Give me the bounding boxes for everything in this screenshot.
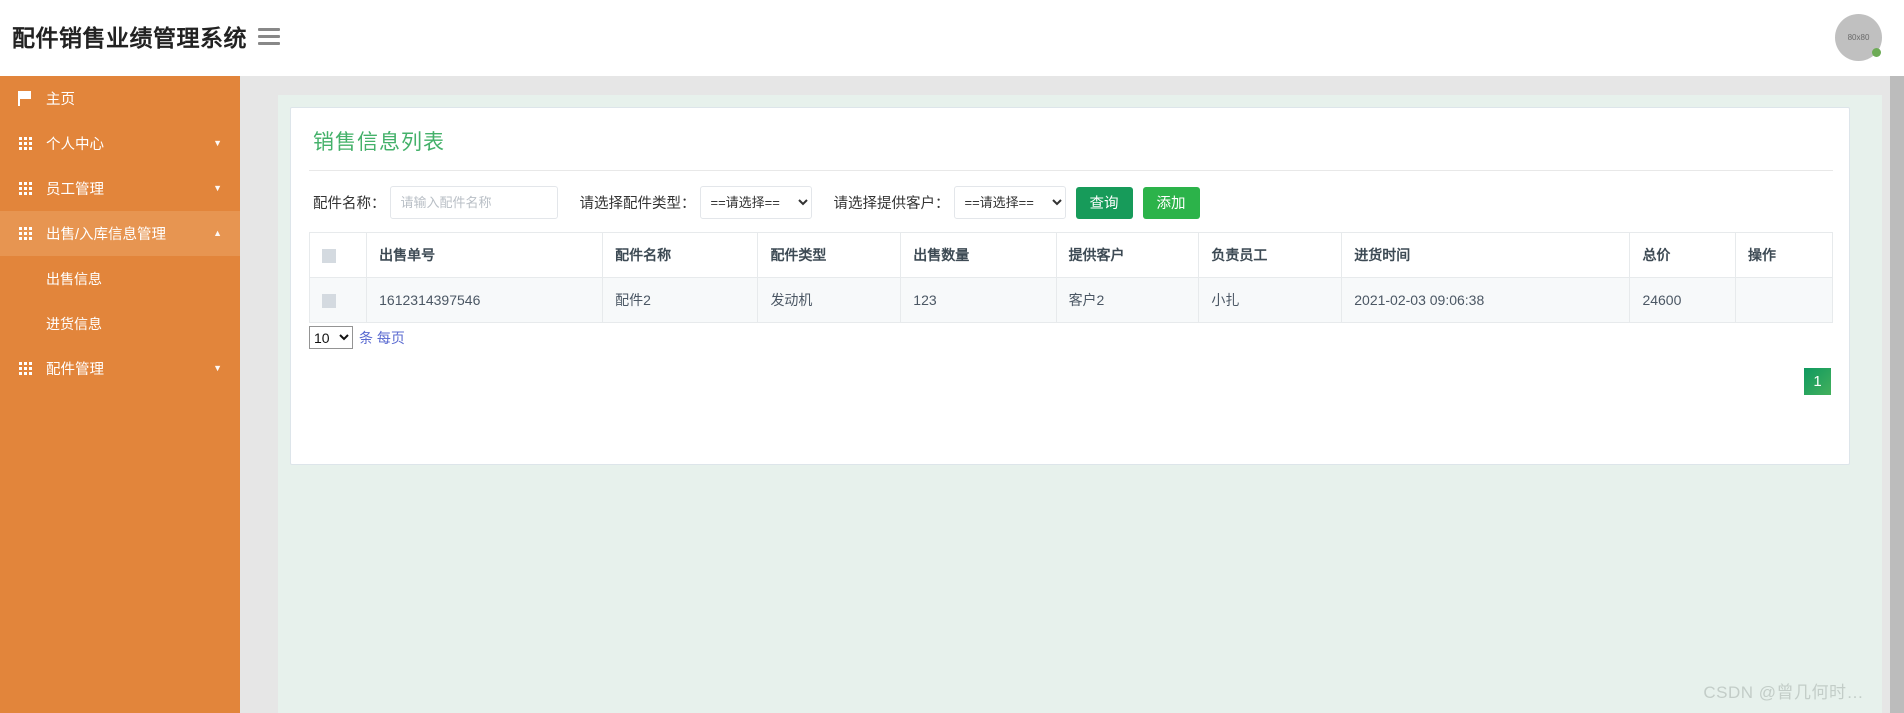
sidebar-subitem-sales-info[interactable]: 出售信息: [0, 256, 240, 301]
sidebar-item-label: 主页: [46, 92, 75, 108]
column-header-order-no: 出售单号: [366, 232, 604, 278]
sidebar-subitem-label: 出售信息: [46, 270, 102, 287]
customer-label: 请选择提供客户：: [833, 196, 950, 212]
query-button[interactable]: 查询: [1075, 186, 1133, 219]
vertical-scrollbar[interactable]: [1890, 0, 1904, 713]
select-all-header: [308, 232, 368, 278]
customer-select[interactable]: ==请选择==: [953, 186, 1066, 219]
sidebar-item-label: 员工管理: [46, 182, 104, 198]
page-size-control: 10 条 每页: [309, 326, 405, 349]
grid-icon: [0, 137, 46, 150]
column-header-part-type: 配件类型: [757, 232, 902, 278]
chevron-down-icon: ▼: [213, 183, 222, 193]
top-bar: 配件销售业绩管理系统 80x80: [0, 0, 1904, 76]
part-type-select[interactable]: ==请选择==: [699, 186, 812, 219]
search-form: 配件名称： 请选择配件类型： ==请选择== 请选择提供客户： ==请选择== …: [313, 186, 1200, 219]
hamburger-line: [258, 35, 280, 38]
sales-table-wrapper: 出售单号 配件名称 配件类型 出售数量 提供客户 负责员工 进货时间 总价 操作: [308, 232, 1833, 323]
card-title: 销售信息列表: [313, 131, 445, 154]
sidebar-item-sales-inventory-management[interactable]: 出售/入库信息管理 ▲: [0, 211, 240, 256]
cell-operation: [1735, 277, 1833, 323]
flag-icon: [0, 91, 46, 106]
sales-list-card: 销售信息列表 配件名称： 请选择配件类型： ==请选择== 请选择提供客户： =…: [290, 107, 1850, 465]
table-row[interactable]: 1612314397546 配件2 发动机 123 客户2 小扎 2021-02…: [308, 277, 1833, 323]
grid-icon: [0, 182, 46, 195]
per-page-label: 条 每页: [359, 329, 405, 346]
divider: [309, 170, 1833, 171]
sidebar-item-label: 出售/入库信息管理: [46, 227, 167, 243]
app-root: 配件销售业绩管理系统 80x80 主页 个人中心 ▼ 员工管理 ▼ 出售/入库信…: [0, 0, 1904, 713]
hamburger-line: [258, 42, 280, 45]
sidebar: 主页 个人中心 ▼ 员工管理 ▼ 出售/入库信息管理 ▲ 出售信息 进货信息 配…: [0, 76, 240, 713]
column-header-operation: 操作: [1735, 232, 1833, 278]
page-title: 配件销售业绩管理系统: [12, 25, 247, 51]
chevron-up-icon: ▲: [213, 228, 222, 238]
page-size-select[interactable]: 10: [309, 326, 353, 349]
cell-employee: 小扎: [1198, 277, 1343, 323]
pagination: 1: [1804, 368, 1831, 395]
chevron-down-icon: ▼: [213, 138, 222, 148]
hamburger-icon[interactable]: [258, 28, 280, 46]
table-header-row: 出售单号 配件名称 配件类型 出售数量 提供客户 负责员工 进货时间 总价 操作: [308, 232, 1833, 278]
cell-total-price: 24600: [1629, 277, 1737, 323]
column-header-employee: 负责员工: [1198, 232, 1343, 278]
sales-table: 出售单号 配件名称 配件类型 出售数量 提供客户 负责员工 进货时间 总价 操作: [308, 232, 1833, 323]
cell-part-name: 配件2: [602, 277, 759, 323]
part-name-label: 配件名称：: [313, 196, 386, 212]
column-header-part-name: 配件名称: [602, 232, 759, 278]
part-type-label: 请选择配件类型：: [579, 196, 696, 212]
add-button[interactable]: 添加: [1142, 186, 1200, 219]
sidebar-item-personal-center[interactable]: 个人中心 ▼: [0, 121, 240, 166]
part-name-input[interactable]: [389, 186, 558, 219]
cell-time: 2021-02-03 09:06:38: [1341, 277, 1631, 323]
column-header-time: 进货时间: [1341, 232, 1631, 278]
cell-quantity: 123: [900, 277, 1057, 323]
sidebar-item-parts-management[interactable]: 配件管理 ▼: [0, 346, 240, 391]
row-checkbox[interactable]: [322, 294, 336, 309]
grid-icon: [0, 362, 46, 375]
column-header-customer: 提供客户: [1055, 232, 1200, 278]
cell-customer: 客户2: [1055, 277, 1200, 323]
sidebar-item-label: 配件管理: [46, 362, 104, 378]
watermark: CSDN @曾几何时…: [1703, 683, 1864, 702]
sidebar-item-employee-management[interactable]: 员工管理 ▼: [0, 166, 240, 211]
grid-icon: [0, 227, 46, 240]
sidebar-subitem-purchase-info[interactable]: 进货信息: [0, 301, 240, 346]
avatar[interactable]: 80x80: [1835, 14, 1882, 61]
sidebar-item-label: 个人中心: [46, 137, 104, 153]
sidebar-item-home[interactable]: 主页: [0, 76, 240, 121]
online-status-dot: [1872, 48, 1881, 57]
column-header-total-price: 总价: [1629, 232, 1737, 278]
page-button-1[interactable]: 1: [1804, 368, 1831, 395]
column-header-quantity: 出售数量: [900, 232, 1057, 278]
cell-part-type: 发动机: [757, 277, 902, 323]
select-all-checkbox[interactable]: [322, 249, 336, 264]
sidebar-subitem-label: 进货信息: [46, 315, 102, 332]
hamburger-line: [258, 28, 280, 31]
cell-order-no: 1612314397546: [366, 277, 604, 323]
chevron-down-icon: ▼: [213, 363, 222, 373]
row-select-cell: [308, 277, 368, 323]
